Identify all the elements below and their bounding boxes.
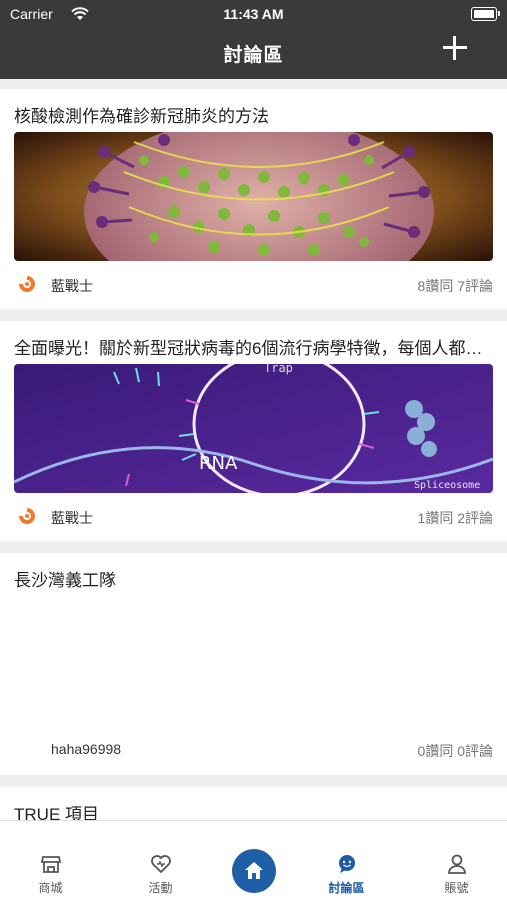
- post-author: 藍戰士: [51, 278, 93, 294]
- image-label-rna: RNA: [199, 453, 238, 474]
- battery-icon: [471, 7, 500, 21]
- post-title[interactable]: TRUE 項目: [14, 800, 495, 820]
- user-icon: [448, 854, 466, 874]
- post-card[interactable]: TRUE 項目: [0, 787, 507, 820]
- author-logo-icon: [19, 276, 35, 292]
- status-time: 11:43 AM: [223, 6, 284, 22]
- post-author: 藍戰士: [51, 510, 93, 526]
- store-icon: [40, 856, 62, 873]
- tab-discussion[interactable]: 討論區: [296, 821, 397, 901]
- author-logo-icon: [19, 508, 35, 524]
- tab-store[interactable]: 商城: [0, 821, 101, 901]
- image-label-spliceosome: Spliceosome: [414, 480, 480, 491]
- home-icon: [245, 862, 263, 879]
- post-title[interactable]: 全面曝光！關於新型冠狀病毒的6個流行病學特徵，每個人都…: [14, 334, 495, 359]
- home-button[interactable]: [232, 849, 276, 893]
- post-title[interactable]: 核酸檢測作為確診新冠肺炎的方法: [14, 102, 495, 127]
- post-feed[interactable]: 核酸檢測作為確診新冠肺炎的方法 藍戰士 8讚同 7評論 全面曝光！關於新型冠狀病…: [0, 79, 507, 820]
- tab-account[interactable]: 賬號: [406, 821, 507, 901]
- post-author: haha96998: [51, 741, 122, 757]
- post-image[interactable]: Trap RNA Spliceosome: [14, 364, 493, 493]
- post-stats: 1讚同 2評論: [417, 510, 493, 526]
- post-image[interactable]: [14, 132, 493, 261]
- status-bar: Carrier 11:43 AM: [10, 6, 500, 24]
- image-label-trap: Trap: [264, 364, 293, 375]
- tab-label: 賬號: [444, 881, 469, 895]
- page-title: 討論區: [223, 45, 284, 66]
- post-meta: 藍戰士 1讚同 2評論: [14, 504, 493, 528]
- top-bar: Carrier 11:43 AM 討論區: [0, 0, 507, 79]
- post-card[interactable]: 全面曝光！關於新型冠狀病毒的6個流行病學特徵，每個人都… Trap RNA Sp…: [0, 321, 507, 541]
- post-meta: 藍戰士 8讚同 7評論: [14, 272, 493, 296]
- post-title[interactable]: 長沙灣義工隊: [14, 566, 495, 591]
- post-stats: 8讚同 7評論: [417, 278, 493, 294]
- tab-label: 商城: [38, 881, 63, 895]
- rna-image: Trap RNA Spliceosome: [14, 364, 493, 493]
- post-meta: haha96998 0讚同 0評論: [14, 737, 493, 761]
- tab-label: 活動: [148, 881, 173, 895]
- post-card[interactable]: 長沙灣義工隊 haha96998 0讚同 0評論: [0, 553, 507, 775]
- add-post-button[interactable]: [443, 36, 467, 60]
- virus-image: [14, 132, 493, 261]
- chat-icon: [339, 855, 355, 873]
- post-card[interactable]: 核酸檢測作為確診新冠肺炎的方法 藍戰士 8讚同 7評論: [0, 89, 507, 309]
- tab-label: 討論區: [328, 881, 365, 895]
- heart-icon: [151, 855, 171, 874]
- tab-activities[interactable]: 活動: [110, 821, 211, 901]
- tab-bar: 商城 活動 討論區 賬號: [0, 820, 507, 901]
- post-stats: 0讚同 0評論: [417, 743, 493, 759]
